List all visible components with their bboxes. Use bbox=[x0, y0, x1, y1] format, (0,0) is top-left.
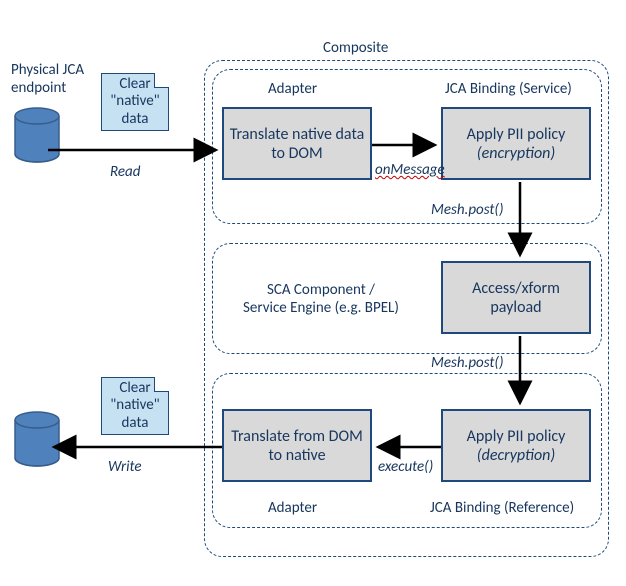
translate-from-dom-text: Translate from DOM to native bbox=[228, 427, 366, 465]
diagram-stage: Composite Physical JCA endpoint Adapter … bbox=[0, 0, 626, 586]
adapter-bottom-label: Adapter bbox=[268, 499, 317, 517]
database-icon-bottom bbox=[11, 408, 71, 488]
mesh-post1-label: Mesh.post() bbox=[431, 201, 504, 219]
adapter-top-label: Adapter bbox=[268, 80, 317, 98]
jca-reference-label: JCA Binding (Reference) bbox=[430, 499, 574, 517]
apply-enc-text: Apply PII policy bbox=[467, 125, 566, 144]
apply-decryption-box: Apply PII policy (decryption) bbox=[441, 409, 591, 482]
execute-label: execute() bbox=[378, 458, 433, 476]
endpoint-label: Physical JCA endpoint bbox=[11, 61, 84, 97]
database-icon-top bbox=[11, 104, 71, 184]
mesh-post2-label: Mesh.post() bbox=[431, 354, 504, 372]
onmessage-label: onMessage bbox=[375, 161, 445, 179]
apply-dec-text: Apply PII policy bbox=[467, 427, 566, 446]
apply-encryption-box: Apply PII policy (encryption) bbox=[441, 107, 591, 180]
translate-from-dom-box: Translate from DOM to native bbox=[222, 409, 372, 482]
apply-enc-sub: (encryption) bbox=[477, 144, 555, 163]
sca-component-label: SCA Component / Service Engine (e.g. BPE… bbox=[243, 281, 399, 317]
note-top: Clear "native" data bbox=[101, 73, 169, 131]
write-label: Write bbox=[108, 458, 142, 476]
read-label: Read bbox=[110, 163, 140, 181]
jca-service-label: JCA Binding (Service) bbox=[445, 80, 572, 98]
composite-label: Composite bbox=[323, 39, 388, 57]
apply-dec-sub: (decryption) bbox=[477, 446, 555, 465]
translate-to-dom-box: Translate native data to DOM bbox=[222, 107, 372, 180]
access-xform-text: Access/xform payload bbox=[447, 279, 585, 317]
access-xform-box: Access/xform payload bbox=[441, 261, 591, 334]
translate-to-dom-text: Translate native data to DOM bbox=[228, 125, 366, 163]
note-bottom: Clear "native" data bbox=[101, 377, 169, 435]
